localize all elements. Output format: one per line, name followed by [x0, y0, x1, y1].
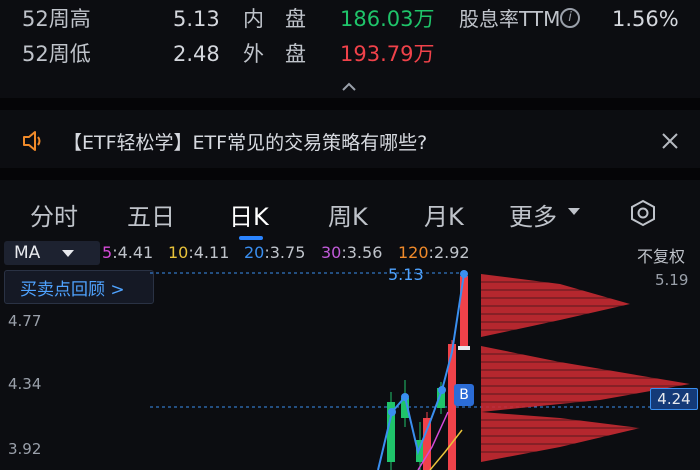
tab-five-day[interactable]: 五日 [127, 197, 175, 232]
stat-52w-high-label: 52周高 [22, 7, 91, 31]
tab-more[interactable]: 更多 [509, 197, 557, 232]
buy-marker-label: B [459, 387, 469, 403]
ma-120-value: :2.92 [428, 243, 470, 262]
tab-weekly-k[interactable]: 周K [328, 197, 368, 232]
stat-outer-label: 外 盘 [243, 42, 306, 66]
ma-30-key: 30 [321, 243, 342, 262]
ma-5-value: :4.41 [112, 243, 154, 262]
current-price-value: 4.24 [657, 390, 691, 408]
stat-outer-value: 193.79万 [340, 42, 435, 66]
kline-chart[interactable] [0, 262, 700, 470]
ma-120: 120:2.92 [398, 243, 470, 262]
ma-selector-label: MA [14, 243, 41, 263]
stat-dividend-label: 股息率TTM [459, 7, 561, 31]
tab-monthly-k[interactable]: 月K [424, 197, 464, 232]
ma-30: 30:3.56 [321, 243, 382, 262]
stat-52w-low-label: 52周低 [22, 42, 91, 66]
ma-20-value: :3.75 [264, 243, 306, 262]
ma-caret-icon [62, 250, 74, 257]
stat-52w-high-value: 5.13 [173, 7, 220, 31]
settings-hexagon-icon[interactable] [629, 199, 657, 227]
more-caret-icon [568, 208, 580, 215]
tab-daily-k[interactable]: 日K [229, 197, 269, 232]
ma-10-value: :4.11 [188, 243, 230, 262]
ma-120-key: 120 [398, 243, 429, 262]
close-icon[interactable] [660, 131, 680, 151]
ma-5-key: 5 [102, 243, 113, 262]
ma-10: 10:4.11 [168, 243, 229, 262]
stat-inner-label: 内 盘 [243, 7, 306, 31]
stat-inner-value: 186.03万 [340, 7, 435, 31]
ma-30-value: :3.56 [341, 243, 383, 262]
notice-text[interactable]: 【ETF轻松学】ETF常见的交易策略有哪些? [63, 128, 427, 155]
stat-52w-low-value: 2.48 [173, 42, 220, 66]
speaker-icon [20, 128, 46, 154]
current-price-tag: 4.24 [650, 388, 698, 410]
active-tab-indicator [239, 236, 263, 240]
high-price-marker: 5.13 [388, 265, 424, 284]
section-divider-2 [0, 168, 700, 180]
ma-20-key: 20 [244, 243, 265, 262]
ma-20: 20:3.75 [244, 243, 305, 262]
ma-10-key: 10 [168, 243, 189, 262]
ma-5: 5:4.41 [102, 243, 153, 262]
info-icon[interactable]: i [560, 8, 580, 28]
collapse-chevron-up-icon[interactable] [340, 78, 358, 92]
tab-intraday[interactable]: 分时 [30, 197, 78, 232]
stat-dividend-value: 1.56% [612, 7, 679, 31]
section-divider [0, 98, 700, 110]
buy-marker-badge[interactable]: B [454, 384, 474, 406]
